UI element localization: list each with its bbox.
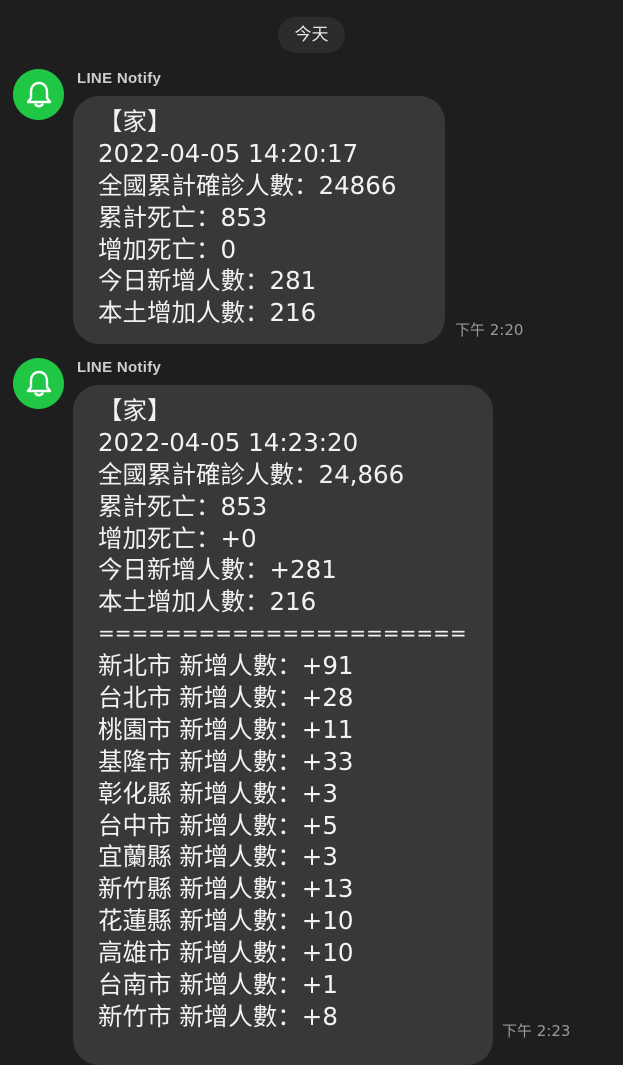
message-timestamp: 下午 2:20 (455, 321, 524, 339)
message-line: 累計死亡：853 (98, 202, 268, 232)
sender-name: LINE Notify (77, 359, 162, 376)
message-line: 【家】 (98, 107, 172, 136)
sender-avatar[interactable] (13, 69, 64, 120)
message-line: 新竹縣 新增人數：+13 (98, 874, 354, 904)
message-line: 高雄市 新增人數：+10 (98, 938, 354, 968)
message-line: 【家】 (98, 396, 172, 425)
message-timestamp: 下午 2:23 (502, 1022, 571, 1040)
message-line: 2022-04-05 14:23:20 (98, 427, 359, 457)
message-line: 全國累計確診人數：24866 (98, 170, 397, 200)
message-line: ====================== (98, 621, 467, 646)
message-line: 2022-04-05 14:20:17 (98, 138, 359, 168)
message-line: 本土增加人數：216 (98, 298, 317, 328)
sender-name: LINE Notify (77, 70, 162, 87)
message-line: 桃園市 新增人數：+11 (98, 714, 354, 744)
message-line: 增加死亡：0 (98, 234, 237, 264)
message-line: 增加死亡：+0 (98, 523, 257, 553)
message-line: 今日新增人數：281 (98, 266, 317, 296)
message-line: 基隆市 新增人數：+33 (98, 746, 354, 776)
message-line: 全國累計確診人數：24,866 (98, 459, 405, 489)
message-line: 台南市 新增人數：+1 (98, 970, 338, 1000)
message-line: 宜蘭縣 新增人數：+3 (98, 842, 338, 872)
message-line: 台北市 新增人數：+28 (98, 683, 354, 713)
message-line: 今日新增人數：+281 (98, 555, 337, 585)
date-divider: 今天 (278, 17, 345, 53)
bell-icon (26, 81, 51, 107)
message-line: 彰化縣 新增人數：+3 (98, 778, 338, 808)
message-line: 本土增加人數：216 (98, 587, 317, 617)
message-bubble[interactable]: 【家】 2022-04-05 14:23:20 全國累計確診人數：24,866 … (73, 385, 493, 1065)
message-line: 新竹市 新增人數：+8 (98, 1001, 338, 1031)
message-line: 台中市 新增人數：+5 (98, 810, 338, 840)
message-bubble[interactable]: 【家】 2022-04-05 14:20:17 全國累計確診人數：24866 累… (73, 96, 445, 344)
message-line: 累計死亡：853 (98, 491, 268, 521)
message-line: 花蓮縣 新增人數：+10 (98, 906, 354, 936)
sender-avatar[interactable] (13, 358, 64, 409)
bell-icon (26, 370, 51, 396)
message-line: 新北市 新增人數：+91 (98, 651, 354, 681)
